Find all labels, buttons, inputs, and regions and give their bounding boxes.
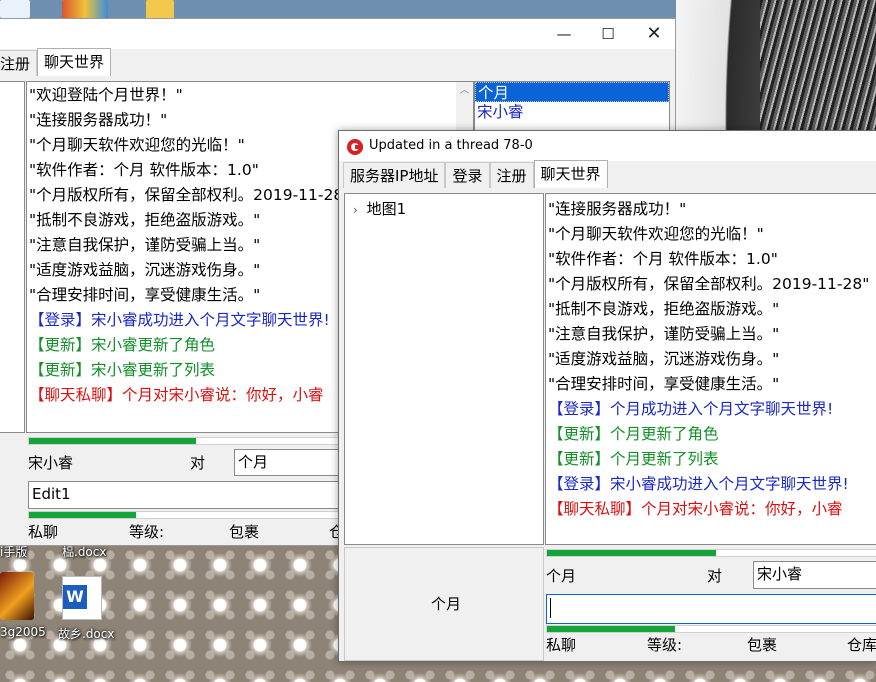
scroll-up-icon[interactable]: ︿: [456, 82, 473, 99]
wallpaper-hair: [760, 0, 876, 130]
message-line: 【登录】个月成功进入个月文字聊天世界!: [548, 400, 834, 418]
text-cursor: [550, 597, 551, 618]
message-list: "连接服务器成功！" "个月聊天软件欢迎您的光临！" "软件作者：个月 软件版本：1…: [546, 194, 876, 522]
maximize-icon[interactable]: ☐: [585, 21, 631, 47]
title-bar: Updated in a thread 78-0: [339, 131, 876, 161]
tab-register[interactable]: 注册: [489, 162, 534, 188]
health-bar-fill: [29, 512, 136, 518]
experience-bar: [546, 549, 876, 557]
target-user-field[interactable]: 宋小睿: [753, 561, 876, 589]
game-icon: [0, 572, 34, 620]
tab-chat-world[interactable]: 聊天世界: [37, 48, 112, 76]
message-line: 【更新】个月更新了列表: [548, 450, 719, 468]
chat-input[interactable]: [546, 594, 876, 624]
desktop-toolbox-icon[interactable]: [62, 0, 108, 20]
chat-mode-label[interactable]: 私聊: [28, 521, 58, 542]
tab-server-ip[interactable]: 服务器IP地址: [343, 162, 446, 188]
tree-node-label: 地图1: [366, 200, 407, 218]
tab-register[interactable]: 注册: [0, 50, 38, 76]
tab-strip: 注册 聊天世界: [0, 48, 112, 76]
minimize-icon[interactable]: —: [541, 21, 587, 47]
experience-bar-fill: [29, 438, 196, 444]
message-log[interactable]: "连接服务器成功！" "个月聊天软件欢迎您的光临！" "软件作者：个月 软件版本：1…: [545, 193, 876, 545]
warehouse-button[interactable]: 仓库: [847, 634, 876, 655]
chat-window-front: Updated in a thread 78-0 服务器IP地址 登录 注册 聊…: [338, 130, 876, 662]
health-bar-fill: [547, 626, 676, 632]
sender-name: 宋小睿: [28, 454, 74, 472]
self-name: 个月: [431, 595, 462, 613]
word-document-icon: W: [62, 576, 102, 620]
message-line: 【登录】宋小睿成功进入个月文字聊天世界!: [548, 475, 849, 493]
title-bar: — ☐ ✕: [0, 19, 675, 49]
map-tree-panel[interactable]: › 地图1: [344, 193, 544, 545]
health-bar: [546, 625, 876, 633]
message-line: "注意自我保护，谨防受骗上当。": [548, 325, 780, 343]
app-logo-icon: [347, 139, 363, 155]
message-line: "个月版权所有，保留全部权利。2019-11-28": [548, 275, 870, 293]
message-line: "抵制不良游戏，拒绝盗版游戏。": [548, 300, 780, 318]
tab-chat-world[interactable]: 聊天世界: [533, 160, 608, 188]
user-list-item[interactable]: 宋小睿: [475, 102, 669, 122]
target-user-field[interactable]: 个月: [234, 449, 344, 476]
map-tree-panel: [0, 81, 25, 433]
chevron-right-icon[interactable]: ›: [353, 203, 358, 217]
close-icon[interactable]: ✕: [631, 21, 677, 47]
level-label: 等级:: [647, 636, 683, 654]
message-line: 【聊天私聊】个月对宋小睿说：你好，小睿: [548, 500, 843, 518]
bag-button[interactable]: 包裹: [229, 521, 259, 542]
tree-node-map1[interactable]: › 地图1: [353, 198, 406, 219]
message-line: "适度游戏益脑，沉迷游戏伤身。": [548, 350, 780, 368]
bag-button[interactable]: 包裹: [747, 634, 777, 655]
experience-bar: [28, 437, 364, 445]
window-title: Updated in a thread 78-0: [369, 138, 533, 153]
user-list-item[interactable]: 个月: [475, 82, 669, 102]
to-label: 对: [707, 567, 723, 585]
message-line: 【更新】个月更新了角色: [548, 425, 719, 443]
tab-login[interactable]: 登录: [445, 162, 490, 188]
sender-name: 个月: [546, 567, 577, 585]
chat-mode-label[interactable]: 私聊: [546, 634, 576, 655]
level-label: 等级:: [129, 523, 165, 541]
to-label: 对: [190, 454, 206, 472]
chat-input[interactable]: Edit1: [28, 481, 344, 509]
desktop-folder-icon[interactable]: [146, 0, 174, 20]
desktop-app-icon[interactable]: [0, 0, 30, 18]
experience-bar-fill: [547, 550, 716, 556]
message-line: "合理安排时间，享受健康生活。": [548, 375, 780, 393]
message-line: "软件作者：个月 软件版本：1.0": [548, 250, 778, 268]
tab-strip: 服务器IP地址 登录 注册 聊天世界: [343, 160, 608, 188]
message-line: "欢迎登陆个月世界！": [29, 86, 183, 104]
message-line: "个月聊天软件欢迎您的光临！": [548, 225, 764, 243]
message-line: "连接服务器成功！": [548, 200, 687, 218]
health-bar: [28, 511, 344, 519]
self-info-panel: 个月: [344, 547, 544, 661]
